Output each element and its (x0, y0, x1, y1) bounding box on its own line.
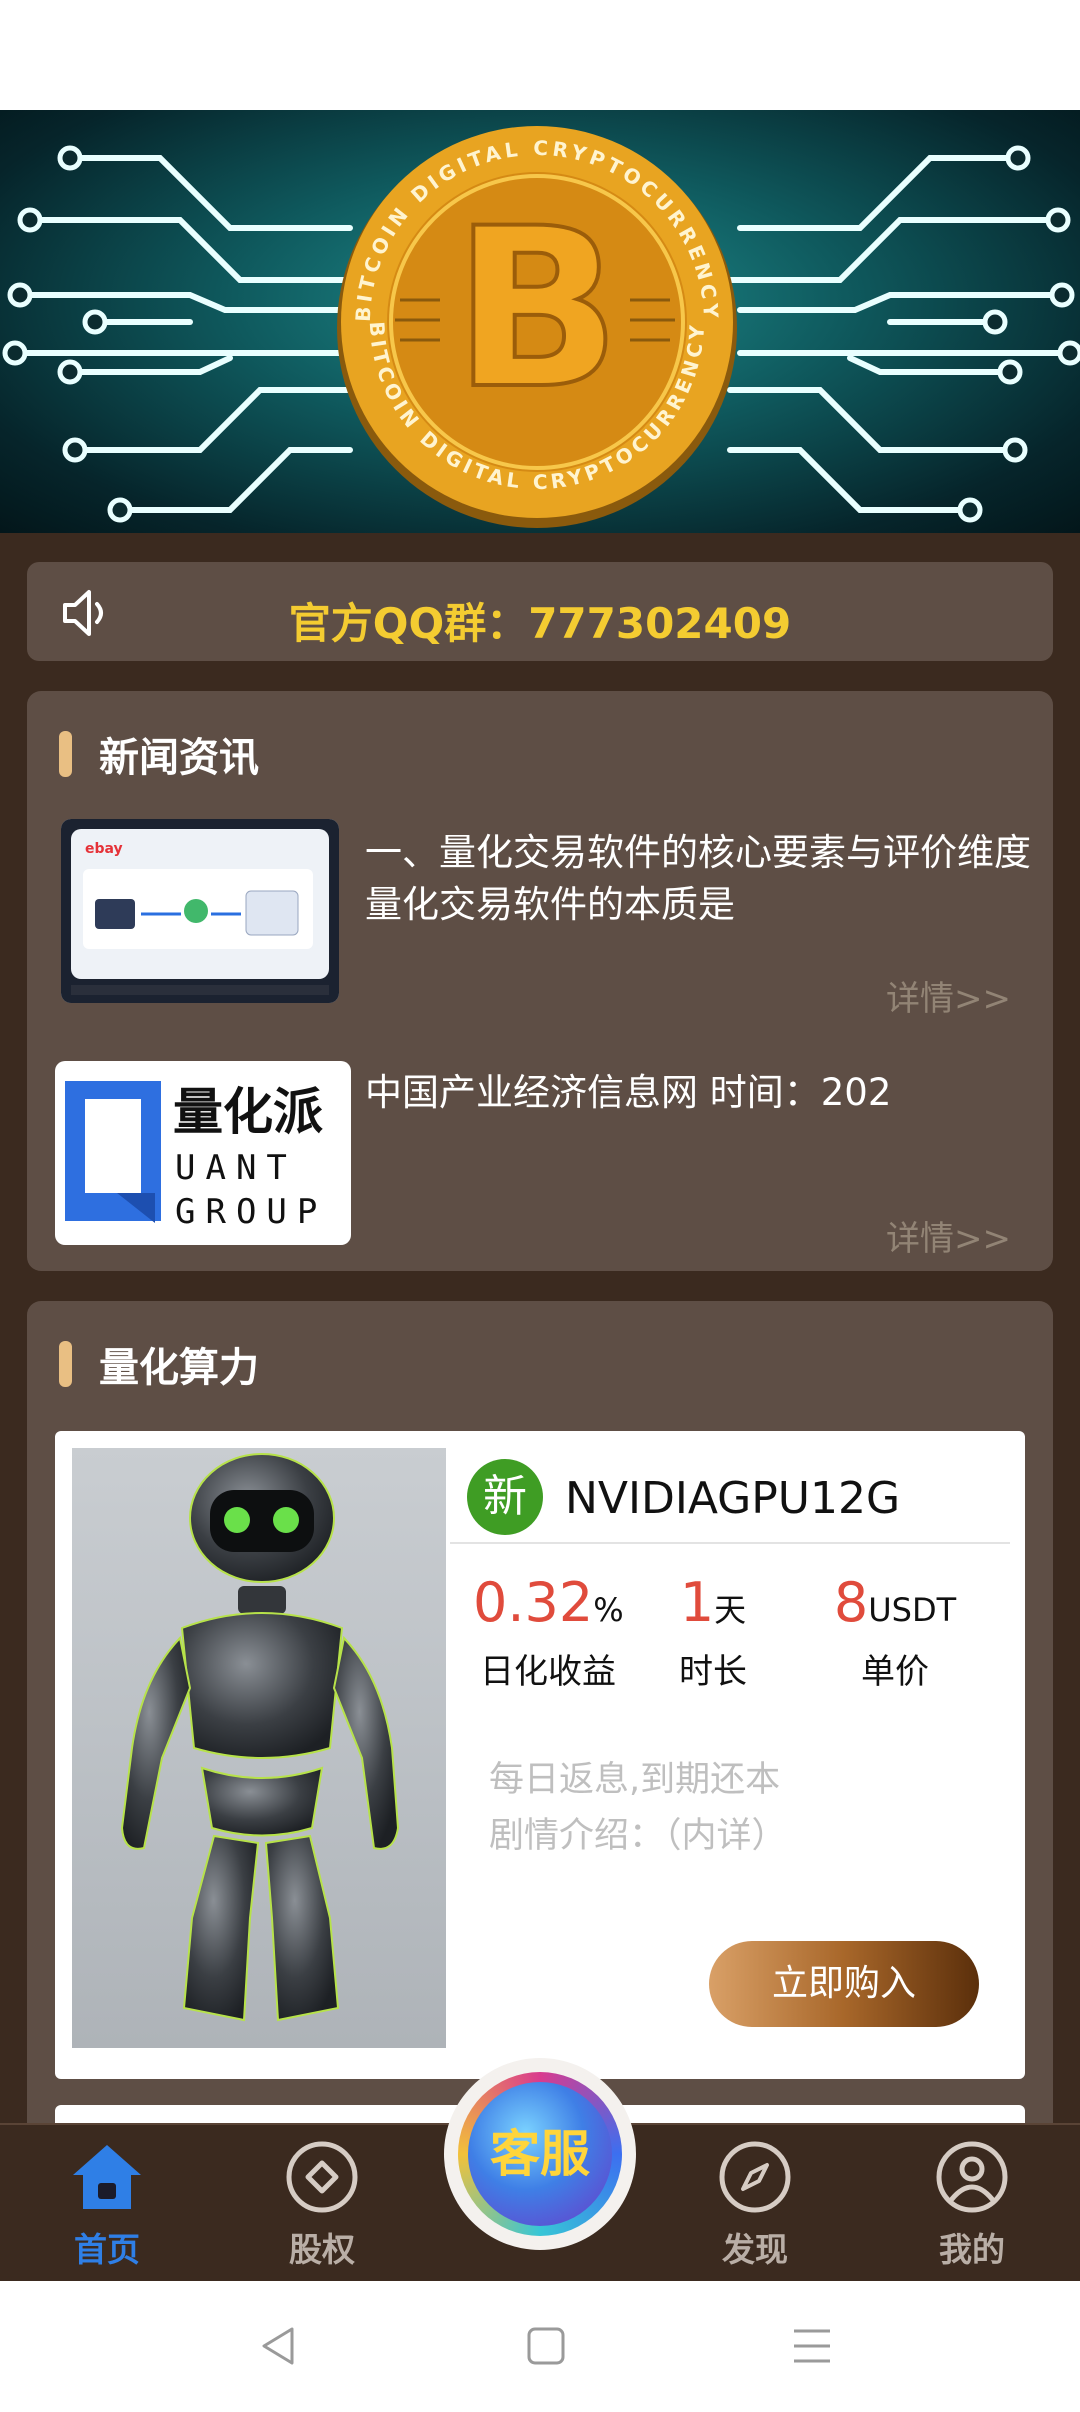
customer-service-label: 客服 (468, 2082, 612, 2226)
tab-label: 股权 (289, 2230, 355, 2269)
stat-duration: 1天 时长 (663, 1571, 763, 1693)
news-more-link[interactable]: 详情>> (886, 971, 1011, 1020)
status-bar (0, 0, 1080, 110)
section-accent-bar (59, 731, 72, 777)
yield-value: 0.32 (473, 1571, 594, 1634)
product-card[interactable]: 新 NVIDIAGPU12G 0.32% 日化收益 1天 时长 8USDT 单价… (55, 1431, 1025, 2079)
bitcoin-coin-icon: B (337, 126, 737, 528)
duration-unit: 天 (714, 1591, 747, 1629)
tab-mine[interactable]: 我的 (882, 2125, 1062, 2283)
yield-unit: % (593, 1591, 624, 1629)
product-desc-2: 剧情介绍：（内详） (489, 1816, 787, 1856)
system-navigation-bar (0, 2281, 1080, 2412)
news-more-link[interactable]: 详情>> (886, 1211, 1011, 1260)
svg-text:GROUP: GROUP (175, 1192, 327, 1232)
tab-label: 首页 (74, 2230, 140, 2269)
quant-section-title: 量化算力 (99, 1345, 259, 1391)
buy-now-button[interactable]: 立即购入 (709, 1941, 979, 2027)
news-item-text[interactable]: 一、量化交易软件的核心要素与评价维度量化交易软件的本质是 (365, 827, 1045, 931)
svg-text:量化派: 量化派 (173, 1083, 323, 1141)
diamond-circle-icon (286, 2141, 358, 2213)
rpa-tablet-image: ebay (61, 819, 339, 1003)
product-name: NVIDIAGPU12G (565, 1473, 901, 1524)
notice-bar[interactable]: 官方QQ群：777302409 (27, 562, 1053, 661)
quant-section: 量化算力 新 NVIDIAGPU12G 0.32% 日化收益 1天 时长 8US… (27, 1301, 1053, 2165)
main-content: 官方QQ群：777302409 新闻资讯 ebay 一、量化交易软件的核心要素与… (0, 533, 1080, 2165)
svg-text:UANT: UANT (175, 1148, 297, 1188)
tab-home[interactable]: 首页 (17, 2125, 197, 2283)
tab-equity[interactable]: 股权 (232, 2125, 412, 2283)
section-accent-bar (59, 1341, 72, 1387)
news-thumbnail-rpa[interactable]: ebay (61, 819, 339, 1003)
svg-text:B: B (453, 181, 621, 437)
circuit-graphic: B BITCOIN DIGITAL CRYPTOCURRENCY BITCOIN… (2, 126, 1080, 528)
user-icon (936, 2141, 1008, 2213)
compass-icon (719, 2141, 791, 2213)
home-icon (73, 2145, 141, 2209)
customer-service-button[interactable]: 客服 (444, 2058, 636, 2250)
stat-daily-yield: 0.32% 日化收益 (473, 1571, 624, 1693)
tab-label: 发现 (722, 2230, 788, 2269)
duration-label: 时长 (679, 1652, 747, 1692)
qq-group-text: 官方QQ群：777302409 (288, 599, 792, 648)
duration-value: 1 (679, 1571, 715, 1634)
quant-group-logo: 量化派 UANT GROUP (65, 1081, 327, 1232)
news-section-title: 新闻资讯 (99, 735, 259, 781)
robot-image (72, 1448, 446, 2048)
new-badge: 新 (467, 1459, 543, 1535)
svg-text:ebay: ebay (85, 841, 123, 857)
tab-label: 我的 (939, 2230, 1005, 2269)
customer-service-icon: 客服 (458, 2072, 622, 2236)
back-icon[interactable] (258, 2325, 298, 2367)
home-square-icon[interactable] (526, 2325, 566, 2367)
menu-icon[interactable] (790, 2325, 834, 2367)
news-section: 新闻资讯 ebay 一、量化交易软件的核心要素与评价维度量化交易软件的本质是 详… (27, 691, 1053, 1271)
yield-label: 日化收益 (480, 1652, 616, 1692)
news-thumbnail-quant-group[interactable]: 量化派 UANT GROUP (55, 1061, 351, 1245)
stat-price: 8USDT 单价 (825, 1571, 965, 1693)
product-desc-1: 每日返息,到期还本 (489, 1760, 781, 1800)
price-label: 单价 (861, 1652, 929, 1692)
news-item-text[interactable]: 中国产业经济信息网 时间：202 (365, 1067, 1045, 1119)
price-unit: USDT (868, 1591, 957, 1629)
divider (450, 1542, 1010, 1544)
tab-discover[interactable]: 发现 (665, 2125, 845, 2283)
price-value: 8 (833, 1571, 869, 1634)
banner-carousel[interactable]: B BITCOIN DIGITAL CRYPTOCURRENCY BITCOIN… (0, 110, 1080, 533)
